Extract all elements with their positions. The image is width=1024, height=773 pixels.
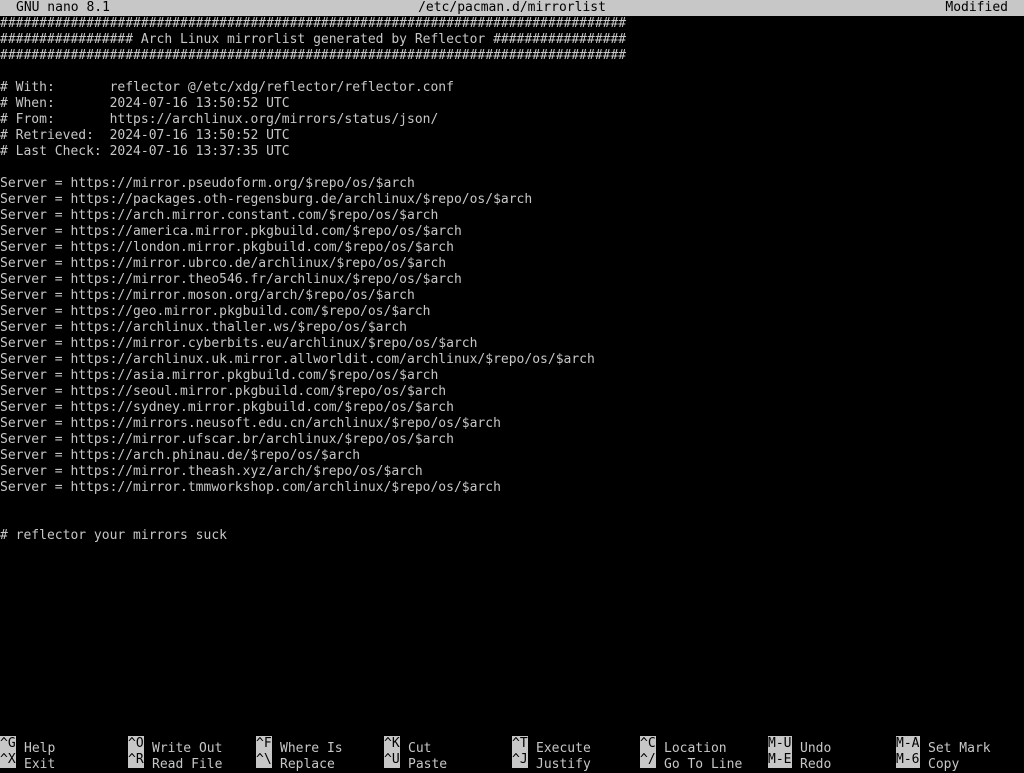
- editor-line[interactable]: ################# Arch Linux mirrorlist …: [0, 32, 1024, 48]
- shortcut-label: Paste: [408, 757, 448, 772]
- editor-line[interactable]: Server = https://mirror.ufscar.br/archli…: [0, 432, 1024, 448]
- shortcut-key: M-E: [768, 752, 792, 768]
- shortcut-key: ^U: [384, 752, 400, 768]
- editor-line[interactable]: Server = https://mirror.pseudoform.org/$…: [0, 176, 1024, 192]
- shortcut-undo[interactable]: M-U Undo: [768, 736, 831, 756]
- file-name: /etc/pacman.d/mirrorlist: [418, 0, 606, 15]
- shortcut-exit[interactable]: ^X Exit: [0, 752, 55, 772]
- shortcut-key: ^X: [0, 752, 16, 768]
- shortcut-key: ^O: [128, 736, 144, 752]
- app-version: GNU nano 8.1: [16, 0, 110, 15]
- editor-line[interactable]: [0, 496, 1024, 512]
- editor-line[interactable]: Server = https://archlinux.thaller.ws/$r…: [0, 320, 1024, 336]
- editor-line[interactable]: Server = https://packages.oth-regensburg…: [0, 192, 1024, 208]
- shortcut-help[interactable]: ^G Help: [0, 736, 55, 756]
- shortcut-key: ^J: [512, 752, 528, 768]
- editor-line[interactable]: Server = https://arch.mirror.constant.co…: [0, 208, 1024, 224]
- shortcut-execute[interactable]: ^T Execute: [512, 736, 591, 756]
- shortcut-read-file[interactable]: ^R Read File: [128, 752, 222, 772]
- editor-line[interactable]: Server = https://seoul.mirror.pkgbuild.c…: [0, 384, 1024, 400]
- shortcut-key: ^R: [128, 752, 144, 768]
- editor-line[interactable]: # Retrieved: 2024-07-16 13:50:52 UTC: [0, 128, 1024, 144]
- title-bar: /etc/pacman.d/mirrorlist GNU nano 8.1 Mo…: [0, 0, 1024, 16]
- editor-line[interactable]: [0, 160, 1024, 176]
- shortcut-set-mark[interactable]: M-A Set Mark: [896, 736, 991, 756]
- editor-line[interactable]: Server = https://london.mirror.pkgbuild.…: [0, 240, 1024, 256]
- shortcut-copy[interactable]: M-6 Copy: [896, 752, 959, 772]
- text-editor-area[interactable]: ########################################…: [0, 16, 1024, 720]
- shortcut-key: ^\: [256, 752, 272, 768]
- shortcut-where-is[interactable]: ^F Where Is: [256, 736, 343, 756]
- editor-line[interactable]: Server = https://mirrors.neusoft.edu.cn/…: [0, 416, 1024, 432]
- editor-line[interactable]: Server = https://mirror.theash.xyz/arch/…: [0, 464, 1024, 480]
- editor-line[interactable]: # With: reflector @/etc/xdg/reflector/re…: [0, 80, 1024, 96]
- shortcut-key: ^G: [0, 736, 16, 752]
- editor-line[interactable]: [0, 512, 1024, 528]
- editor-line[interactable]: # When: 2024-07-16 13:50:52 UTC: [0, 96, 1024, 112]
- editor-line[interactable]: Server = https://archlinux.uk.mirror.all…: [0, 352, 1024, 368]
- editor-line[interactable]: Server = https://arch.phinau.de/$repo/os…: [0, 448, 1024, 464]
- shortcut-key: ^F: [256, 736, 272, 752]
- shortcut-replace[interactable]: ^\ Replace: [256, 752, 335, 772]
- shortcut-label: Read File: [152, 757, 223, 772]
- shortcut-label: Justify: [536, 757, 591, 772]
- editor-line[interactable]: # From: https://archlinux.org/mirrors/st…: [0, 112, 1024, 128]
- editor-line[interactable]: Server = https://mirror.tmmworkshop.com/…: [0, 480, 1024, 496]
- editor-line[interactable]: ########################################…: [0, 48, 1024, 64]
- editor-line[interactable]: Server = https://mirror.theo546.fr/archl…: [0, 272, 1024, 288]
- editor-line[interactable]: Server = https://asia.mirror.pkgbuild.co…: [0, 368, 1024, 384]
- shortcut-location[interactable]: ^C Location: [640, 736, 727, 756]
- shortcut-cut[interactable]: ^K Cut: [384, 736, 431, 756]
- modified-status: Modified: [945, 0, 1008, 15]
- editor-line[interactable]: # reflector your mirrors suck: [0, 528, 1024, 544]
- editor-line[interactable]: Server = https://america.mirror.pkgbuild…: [0, 224, 1024, 240]
- shortcut-key: ^T: [512, 736, 528, 752]
- editor-line[interactable]: # Last Check: 2024-07-16 13:37:35 UTC: [0, 144, 1024, 160]
- editor-line[interactable]: Server = https://geo.mirror.pkgbuild.com…: [0, 304, 1024, 320]
- editor-line[interactable]: Server = https://mirror.cyberbits.eu/arc…: [0, 336, 1024, 352]
- shortcut-key: M-U: [768, 736, 792, 752]
- shortcut-paste[interactable]: ^U Paste: [384, 752, 447, 772]
- shortcut-key: ^/: [640, 752, 656, 768]
- shortcut-go-to-line[interactable]: ^/ Go To Line: [640, 752, 742, 772]
- shortcut-key: M-A: [896, 736, 920, 752]
- shortcut-key: ^C: [640, 736, 656, 752]
- shortcut-redo[interactable]: M-E Redo: [768, 752, 831, 772]
- editor-line[interactable]: Server = https://sydney.mirror.pkgbuild.…: [0, 400, 1024, 416]
- editor-line[interactable]: Server = https://mirror.moson.org/arch/$…: [0, 288, 1024, 304]
- editor-line[interactable]: ########################################…: [0, 16, 1024, 32]
- shortcut-key: ^K: [384, 736, 400, 752]
- shortcut-key: M-6: [896, 752, 920, 768]
- shortcut-label: Go To Line: [664, 757, 743, 772]
- shortcut-label: Redo: [800, 757, 832, 772]
- shortcut-write-out[interactable]: ^O Write Out: [128, 736, 222, 756]
- editor-line[interactable]: Server = https://mirror.ubrco.de/archlin…: [0, 256, 1024, 272]
- shortcut-label: Copy: [928, 757, 960, 772]
- editor-line[interactable]: [0, 64, 1024, 80]
- shortcut-label: Replace: [280, 757, 335, 772]
- shortcut-label: Exit: [24, 757, 56, 772]
- shortcut-justify[interactable]: ^J Justify: [512, 752, 591, 772]
